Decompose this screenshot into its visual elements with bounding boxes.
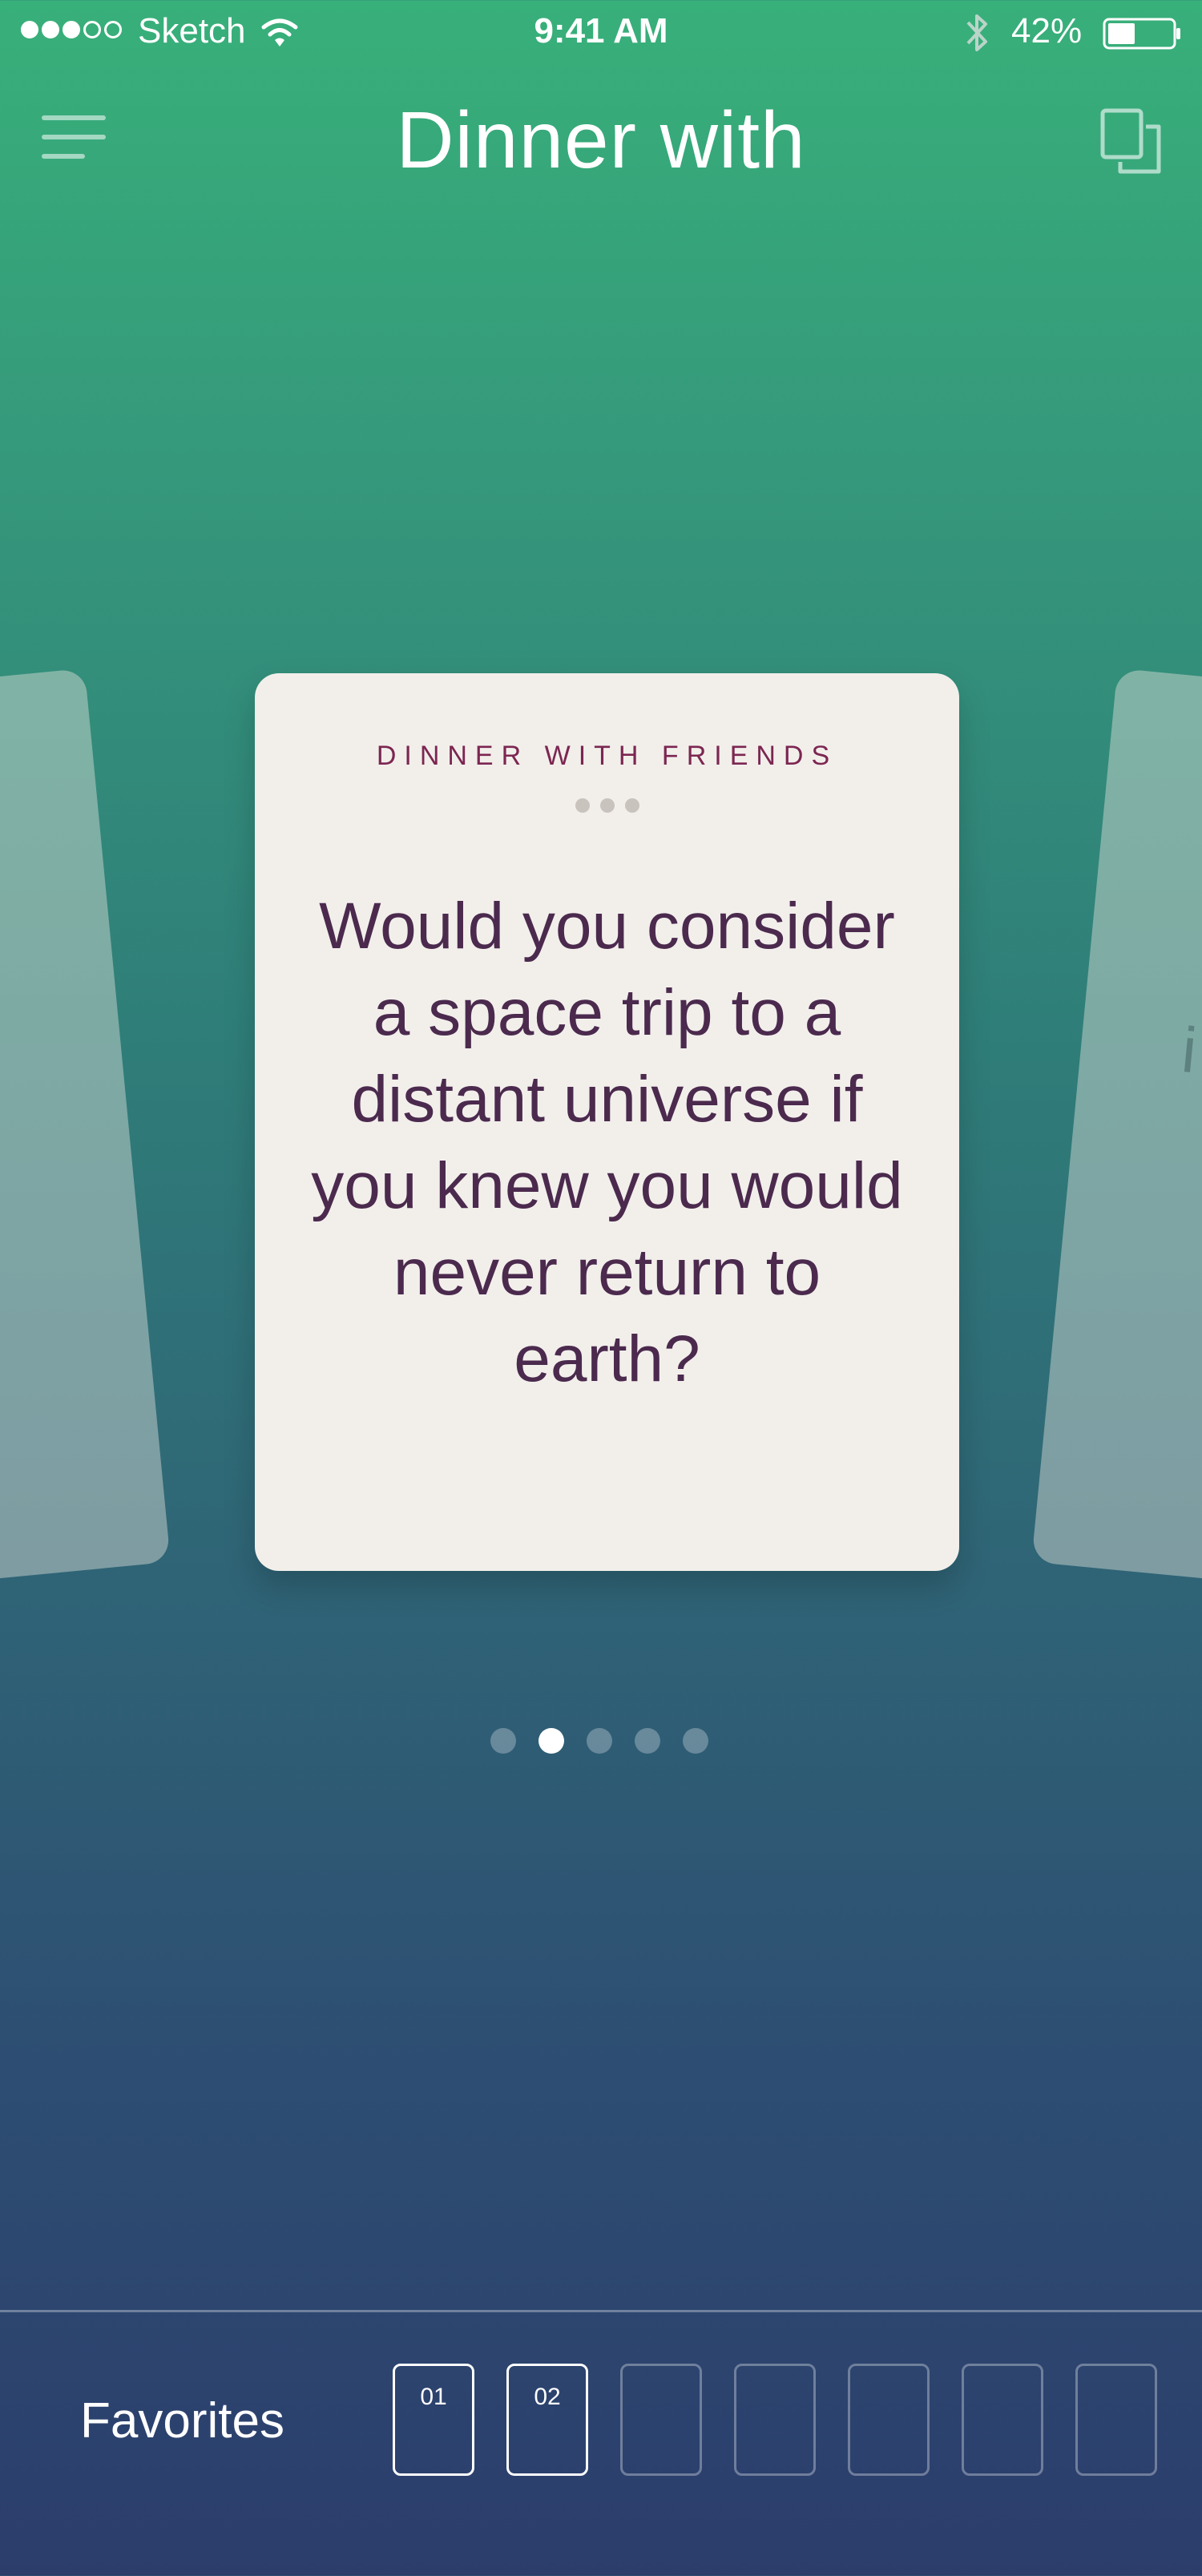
previous-card[interactable] <box>0 668 171 1589</box>
next-card[interactable]: i <box>1031 668 1202 1589</box>
more-dot <box>575 798 590 813</box>
battery-percentage: 42% <box>1011 11 1083 50</box>
question-card[interactable]: DINNER WITH FRIENDS Would you consider a… <box>255 673 959 1571</box>
page-dot-4[interactable] <box>635 1728 660 1754</box>
favorites-bar: Favorites 01 02 <box>0 2310 1202 2576</box>
page-dot-3[interactable] <box>587 1728 612 1754</box>
favorite-slot-number: 02 <box>534 2384 561 2410</box>
battery-icon <box>1103 18 1180 50</box>
page-indicator[interactable] <box>490 1728 708 1754</box>
page-dot-5[interactable] <box>683 1728 708 1754</box>
more-dot <box>600 798 615 813</box>
favorite-slot-5[interactable] <box>848 2364 930 2476</box>
favorites-slots: 01 02 <box>393 2364 1157 2476</box>
favorite-slot-3[interactable] <box>620 2364 702 2476</box>
more-dot <box>625 798 639 813</box>
page-title: Dinner with <box>396 95 806 185</box>
favorite-slot-2[interactable]: 02 <box>506 2364 588 2476</box>
favorite-slot-number: 01 <box>420 2384 447 2410</box>
card-category: DINNER WITH FRIENDS <box>376 741 838 771</box>
favorite-slot-7[interactable] <box>1075 2364 1157 2476</box>
favorite-slot-6[interactable] <box>962 2364 1043 2476</box>
favorite-slot-4[interactable] <box>734 2364 816 2476</box>
bluetooth-icon <box>966 14 987 51</box>
favorites-label: Favorites <box>80 2393 284 2449</box>
more-options-icon[interactable] <box>575 798 639 814</box>
status-bar: Sketch 9:41 AM 42% <box>0 0 1202 67</box>
favorite-slot-1[interactable]: 01 <box>393 2364 474 2476</box>
card-question: Would you consider a space trip to a dis… <box>311 890 903 1395</box>
next-card-text: i <box>1179 1013 1200 1087</box>
page-dot-2[interactable] <box>538 1728 564 1754</box>
cards-stack-icon[interactable] <box>1099 107 1164 175</box>
page-dot-1[interactable] <box>490 1728 516 1754</box>
